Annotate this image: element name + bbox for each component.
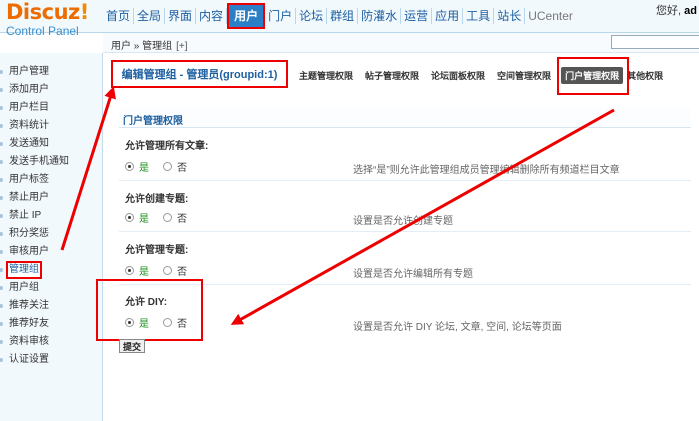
username[interactable]: ad bbox=[684, 5, 697, 17]
top-header: Discuz! Control Panel 首页 全局 界面 内容 用户 门户 … bbox=[0, 0, 699, 38]
bullet-icon bbox=[0, 232, 3, 236]
bullet-icon bbox=[0, 340, 3, 344]
active-tab-highlight bbox=[557, 57, 629, 95]
radio-no-label[interactable]: 否 bbox=[177, 159, 187, 174]
bullet-icon bbox=[0, 88, 3, 92]
section-title: 门户管理权限 bbox=[123, 116, 183, 127]
main-content: 编辑管理组 - 管理员(groupid:1) 主题管理权限 帖子管理权限 论坛面… bbox=[96, 53, 699, 421]
sidebar-item[interactable]: 添加用户 bbox=[0, 81, 102, 99]
nav-webmaster[interactable]: 站长 bbox=[494, 8, 526, 24]
bullet-icon bbox=[0, 214, 3, 218]
sidebar-item[interactable]: 发送通知 bbox=[0, 135, 102, 153]
add-shortcut-link[interactable]: [+] bbox=[176, 41, 187, 52]
user-greeting: 您好, ad bbox=[656, 5, 697, 17]
sidebar-item[interactable]: 发送手机通知 bbox=[0, 153, 102, 171]
row-divider bbox=[119, 180, 691, 181]
nav-users[interactable]: 用户 bbox=[227, 3, 266, 29]
nav-home[interactable]: 首页 bbox=[103, 8, 135, 24]
tab-thread-permissions[interactable]: 主题管理权限 bbox=[299, 69, 353, 82]
radio-yes-label[interactable]: 是 bbox=[139, 159, 149, 174]
bullet-icon bbox=[0, 304, 3, 308]
tab-space-permissions[interactable]: 空间管理权限 bbox=[497, 69, 551, 82]
top-nav: 首页 全局 界面 内容 用户 门户 论坛 群组 防灌水 运营 应用 工具 站长 … bbox=[103, 3, 576, 29]
submit-button[interactable]: 提交 bbox=[119, 339, 145, 353]
bullet-icon bbox=[0, 106, 3, 110]
sidebar-item[interactable]: 积分奖惩 bbox=[0, 225, 102, 243]
breadcrumb: 用户 » 管理组 [+] bbox=[111, 41, 188, 52]
bullet-icon bbox=[0, 160, 3, 164]
sidebar-item[interactable]: 资料审核 bbox=[0, 333, 102, 351]
nav-groups[interactable]: 群组 bbox=[327, 8, 359, 24]
radio-yes[interactable] bbox=[125, 266, 134, 275]
page-title-highlight: 编辑管理组 - 管理员(groupid:1) bbox=[111, 60, 288, 88]
admin-control-panel: Discuz! Control Panel 首页 全局 界面 内容 用户 门户 … bbox=[0, 0, 699, 421]
sidebar: 用户管理 添加用户 用户栏目 资料统计 发送通知 发送手机通知 用户标签 禁止用… bbox=[0, 53, 103, 421]
bullet-icon bbox=[0, 196, 3, 200]
setting-label: 允许管理专题: bbox=[125, 245, 189, 256]
sidebar-item[interactable]: 资料统计 bbox=[0, 117, 102, 135]
setting-label: 允许创建专题: bbox=[125, 194, 189, 205]
bullet-icon bbox=[0, 322, 3, 326]
radio-no-label[interactable]: 否 bbox=[177, 210, 187, 225]
nav-portal[interactable]: 门户 bbox=[265, 8, 297, 24]
tab-forum-panel-permissions[interactable]: 论坛面板权限 bbox=[431, 69, 485, 82]
radio-group: 是 否 bbox=[125, 263, 187, 278]
radio-yes-label[interactable]: 是 bbox=[139, 263, 149, 278]
nav-operations[interactable]: 运营 bbox=[401, 8, 433, 24]
sidebar-item[interactable]: 用户管理 bbox=[0, 63, 102, 81]
section-header: 门户管理权限 bbox=[119, 108, 691, 128]
radio-yes[interactable] bbox=[125, 162, 134, 171]
radio-no[interactable] bbox=[163, 213, 172, 222]
bullet-icon bbox=[0, 358, 3, 362]
bullet-icon bbox=[0, 250, 3, 254]
setting-hint: 设置是否允许编辑所有专题 bbox=[353, 269, 473, 280]
nav-content[interactable]: 内容 bbox=[196, 8, 228, 24]
radio-yes[interactable] bbox=[125, 213, 134, 222]
nav-interface[interactable]: 界面 bbox=[165, 8, 197, 24]
bullet-icon bbox=[0, 124, 3, 128]
bullet-icon bbox=[0, 70, 3, 74]
sub-bar: 用户 » 管理组 [+] bbox=[103, 33, 699, 53]
sidebar-item[interactable]: 认证设置 bbox=[0, 351, 102, 369]
sidebar-item[interactable]: 用户组 bbox=[0, 279, 102, 297]
tab-other-permissions[interactable]: 其他权限 bbox=[627, 69, 663, 82]
radio-group: 是 否 bbox=[125, 159, 187, 174]
nav-antispam[interactable]: 防灌水 bbox=[358, 8, 402, 24]
nav-global[interactable]: 全局 bbox=[134, 8, 166, 24]
search-input[interactable] bbox=[611, 35, 699, 49]
nav-ucenter[interactable]: UCenter bbox=[525, 8, 576, 24]
discuz-logo[interactable]: Discuz! Control Panel bbox=[6, 0, 98, 38]
setting-hint: 选择“是”则允许此管理组成员管理编辑删除所有频道栏目文章 bbox=[353, 165, 620, 176]
bullet-icon bbox=[0, 286, 3, 290]
page-title: 编辑管理组 - 管理员(groupid:1) bbox=[121, 69, 278, 81]
radio-no[interactable] bbox=[163, 162, 172, 171]
sidebar-item[interactable]: 审核用户 bbox=[0, 243, 102, 261]
nav-apps[interactable]: 应用 bbox=[432, 8, 464, 24]
sidebar-item-admin-groups[interactable]: 管理组 bbox=[0, 261, 102, 279]
sidebar-item[interactable]: 推荐关注 bbox=[0, 297, 102, 315]
radio-no-label[interactable]: 否 bbox=[177, 263, 187, 278]
radio-no[interactable] bbox=[163, 266, 172, 275]
tab-post-permissions[interactable]: 帖子管理权限 bbox=[365, 69, 419, 82]
radio-yes-label[interactable]: 是 bbox=[139, 210, 149, 225]
sidebar-item[interactable]: 用户标签 bbox=[0, 171, 102, 189]
row-divider bbox=[119, 231, 691, 232]
sidebar-item[interactable]: 推荐好友 bbox=[0, 315, 102, 333]
logo-subtitle: Control Panel bbox=[6, 24, 79, 38]
bullet-icon bbox=[0, 142, 3, 146]
sidebar-item[interactable]: 禁止 IP bbox=[0, 207, 102, 225]
row-divider bbox=[119, 284, 691, 285]
radio-group: 是 否 bbox=[125, 210, 187, 225]
logo-brand: Discuz! bbox=[6, 0, 89, 24]
nav-tools[interactable]: 工具 bbox=[463, 8, 495, 24]
setting-label: 允许管理所有文章: bbox=[125, 141, 209, 152]
setting-hint: 设置是否允许 DIY 论坛, 文章, 空间, 论坛等页面 bbox=[353, 322, 562, 333]
bullet-icon bbox=[0, 178, 3, 182]
sidebar-item[interactable]: 禁止用户 bbox=[0, 189, 102, 207]
diy-setting-highlight bbox=[96, 279, 203, 341]
bullet-icon bbox=[0, 268, 3, 272]
sidebar-item[interactable]: 用户栏目 bbox=[0, 99, 102, 117]
nav-forum[interactable]: 论坛 bbox=[296, 8, 328, 24]
setting-hint: 设置是否允许创建专题 bbox=[353, 216, 453, 227]
